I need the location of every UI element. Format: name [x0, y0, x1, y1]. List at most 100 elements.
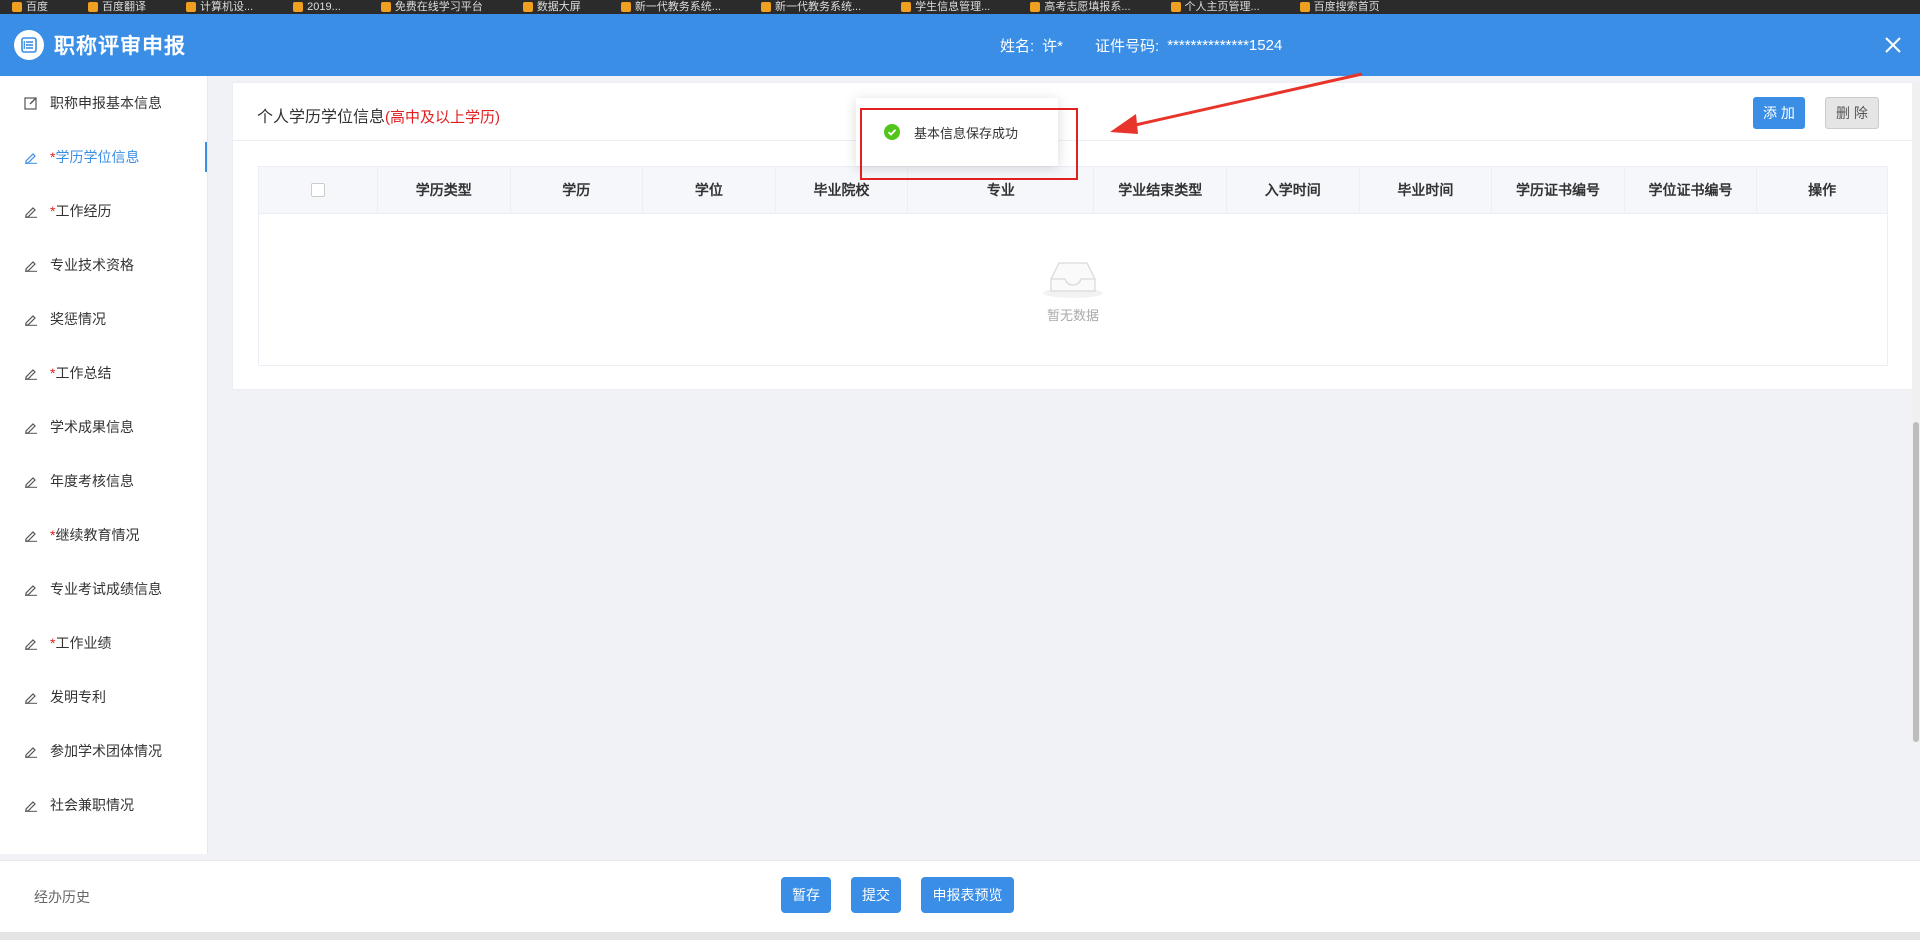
- success-toast: 基本信息保存成功: [856, 98, 1058, 166]
- sidebar-item-3[interactable]: * 工作经历: [0, 184, 207, 238]
- pencil-icon: [24, 528, 38, 542]
- sidebar-item-12[interactable]: 发明专利: [0, 670, 207, 724]
- app-logo-icon: [14, 30, 44, 60]
- bookmark-item[interactable]: 数据大屏: [522, 0, 581, 13]
- sidebar-item-13[interactable]: 参加学术团体情况: [0, 724, 207, 778]
- sidebar-item-label: 年度考核信息: [50, 473, 134, 489]
- sidebar-item-9[interactable]: * 继续教育情况: [0, 508, 207, 562]
- select-all-checkbox[interactable]: [310, 183, 325, 197]
- sidebar-item-1[interactable]: 职称申报基本信息: [0, 76, 207, 130]
- empty-text: 暂无数据: [1046, 308, 1099, 323]
- sidebar-item-4[interactable]: 专业技术资格: [0, 238, 207, 292]
- edit-square-icon: [24, 96, 38, 110]
- id-value: **************1524: [1167, 36, 1283, 54]
- section-title-text: 个人学历学位信息: [257, 109, 386, 126]
- success-check-icon: [884, 124, 900, 140]
- app-header: 职称评审申报 姓名: 许* 证件号码: **************1524: [0, 14, 1920, 76]
- pencil-icon: [24, 636, 38, 650]
- submit-button[interactable]: 提交: [851, 877, 901, 913]
- column-header: 毕业院校: [776, 167, 909, 213]
- toast-message: 基本信息保存成功: [914, 125, 1019, 141]
- bookmark-item[interactable]: 2019...: [293, 0, 341, 13]
- bookmark-item[interactable]: 百度: [12, 0, 48, 13]
- bookmark-item[interactable]: 百度搜索首页: [1299, 0, 1380, 13]
- close-icon[interactable]: [1880, 32, 1906, 58]
- bookmark-icon: [1299, 2, 1310, 12]
- empty-inbox-icon: [1043, 262, 1103, 298]
- bookmark-item[interactable]: 高考志愿填报系...: [1030, 0, 1131, 13]
- bookmark-item[interactable]: 免费在线学习平台: [380, 1, 483, 13]
- delete-button[interactable]: 删 除: [1825, 97, 1879, 129]
- bookmark-icon: [380, 2, 391, 12]
- sidebar-item-14[interactable]: 社会兼职情况: [0, 778, 207, 832]
- column-header: 操作: [1808, 182, 1837, 198]
- column-header: 学历: [511, 167, 644, 213]
- bookmark-label: 数据大屏: [536, 0, 581, 13]
- bookmark-label: 新一代教务系统...: [774, 0, 862, 13]
- pencil-icon: [24, 798, 38, 812]
- bookmark-label: 百度: [26, 0, 48, 13]
- sidebar-item-6[interactable]: * 工作总结: [0, 346, 207, 400]
- select-all-cell: [259, 167, 378, 213]
- bookmark-item[interactable]: 个人主页管理...: [1170, 0, 1260, 13]
- history-link[interactable]: 经办历史: [34, 887, 90, 907]
- sidebar-item-10[interactable]: 专业考试成绩信息: [0, 562, 207, 616]
- scrollbar-thumb[interactable]: [1913, 422, 1919, 742]
- bookmark-label: 百度翻译: [102, 0, 146, 13]
- column-header: 学位证书编号: [1625, 167, 1758, 213]
- pencil-icon: [24, 258, 38, 272]
- bookmark-label: 2019...: [307, 0, 341, 13]
- id-label: 证件号码:: [1095, 37, 1160, 55]
- app-title: 职称评审申报: [54, 35, 186, 58]
- bookmark-label: 高考志愿填报系...: [1044, 0, 1131, 13]
- column-header: 学业结束类型: [1094, 167, 1228, 213]
- bottom-strip: [0, 932, 1920, 940]
- sidebar-item-11[interactable]: * 工作业绩: [0, 616, 207, 670]
- bookmark-icon: [88, 2, 98, 12]
- bookmark-item[interactable]: 学生信息管理...: [901, 1, 990, 13]
- sidebar-item-label: 参加学术团体情况: [50, 743, 162, 759]
- column-header: 学位: [643, 167, 776, 213]
- pencil-icon: [24, 744, 38, 758]
- pencil-icon: [24, 204, 38, 218]
- bookmark-label: 计算机设...: [200, 0, 254, 13]
- bookmark-item[interactable]: 计算机设...: [186, 0, 254, 13]
- empty-state: 暂无数据: [259, 214, 1887, 365]
- sidebar-item-8[interactable]: 年度考核信息: [0, 454, 207, 508]
- sidebar-item-label: 社会兼职情况: [50, 797, 134, 813]
- sidebar-nav: 职称申报基本信息 * 学历学位信息 * 工作经历专业技术资格奖惩情况 * 工作总结 学术成果信…: [0, 76, 208, 854]
- sidebar-item-label: 专业技术资格: [50, 257, 134, 273]
- footer-bar: 经办历史 暂存 提交 申报表预览: [0, 860, 1920, 932]
- bookmark-icon: [1030, 2, 1041, 12]
- section-note: (高中及以上学历): [385, 109, 501, 126]
- column-header: 学历证书编号: [1492, 167, 1625, 213]
- bookmark-item[interactable]: 新一代教务系统...: [620, 1, 721, 13]
- bookmark-item[interactable]: 新一代教务系统...: [760, 0, 862, 13]
- sidebar-item-label: 工作业绩: [55, 635, 112, 651]
- sidebar-item-label: 专业考试成绩信息: [50, 581, 162, 597]
- pencil-icon: [24, 366, 38, 380]
- sidebar-item-label: 发明专利: [50, 689, 106, 705]
- save-draft-button[interactable]: 暂存: [781, 877, 831, 913]
- bookmark-label: 个人主页管理...: [1184, 0, 1260, 13]
- name-value: 许*: [1042, 37, 1064, 55]
- pencil-icon: [24, 474, 38, 488]
- user-info: 姓名: 许* 证件号码: **************1524: [1000, 14, 1282, 76]
- bookmark-icon: [901, 2, 912, 12]
- sidebar-item-2[interactable]: * 学历学位信息: [0, 130, 207, 184]
- sidebar-item-label: 工作经历: [55, 203, 112, 219]
- sidebar-item-label: 职称申报基本信息: [50, 95, 162, 111]
- bookmark-icon: [620, 2, 631, 12]
- column-header: 毕业时间: [1360, 167, 1493, 213]
- bookmark-icon: [12, 2, 22, 12]
- preview-button[interactable]: 申报表预览: [921, 877, 1014, 913]
- sidebar-item-5[interactable]: 奖惩情况: [0, 292, 207, 346]
- pencil-icon: [24, 312, 38, 326]
- bookmark-item[interactable]: 百度翻译: [88, 0, 146, 13]
- page-scrollbar[interactable]: [1912, 82, 1920, 742]
- add-button[interactable]: 添 加: [1753, 97, 1805, 129]
- sidebar-item-7[interactable]: 学术成果信息: [0, 400, 207, 454]
- bookmark-label: 百度搜索首页: [1313, 0, 1380, 13]
- education-table: 学历类型 学历 学位 毕业院校 专业 学业结束类型 入学时间 毕业时间 学历证书编号 学位证书编号…: [258, 166, 1888, 366]
- bookmark-icon: [293, 2, 304, 12]
